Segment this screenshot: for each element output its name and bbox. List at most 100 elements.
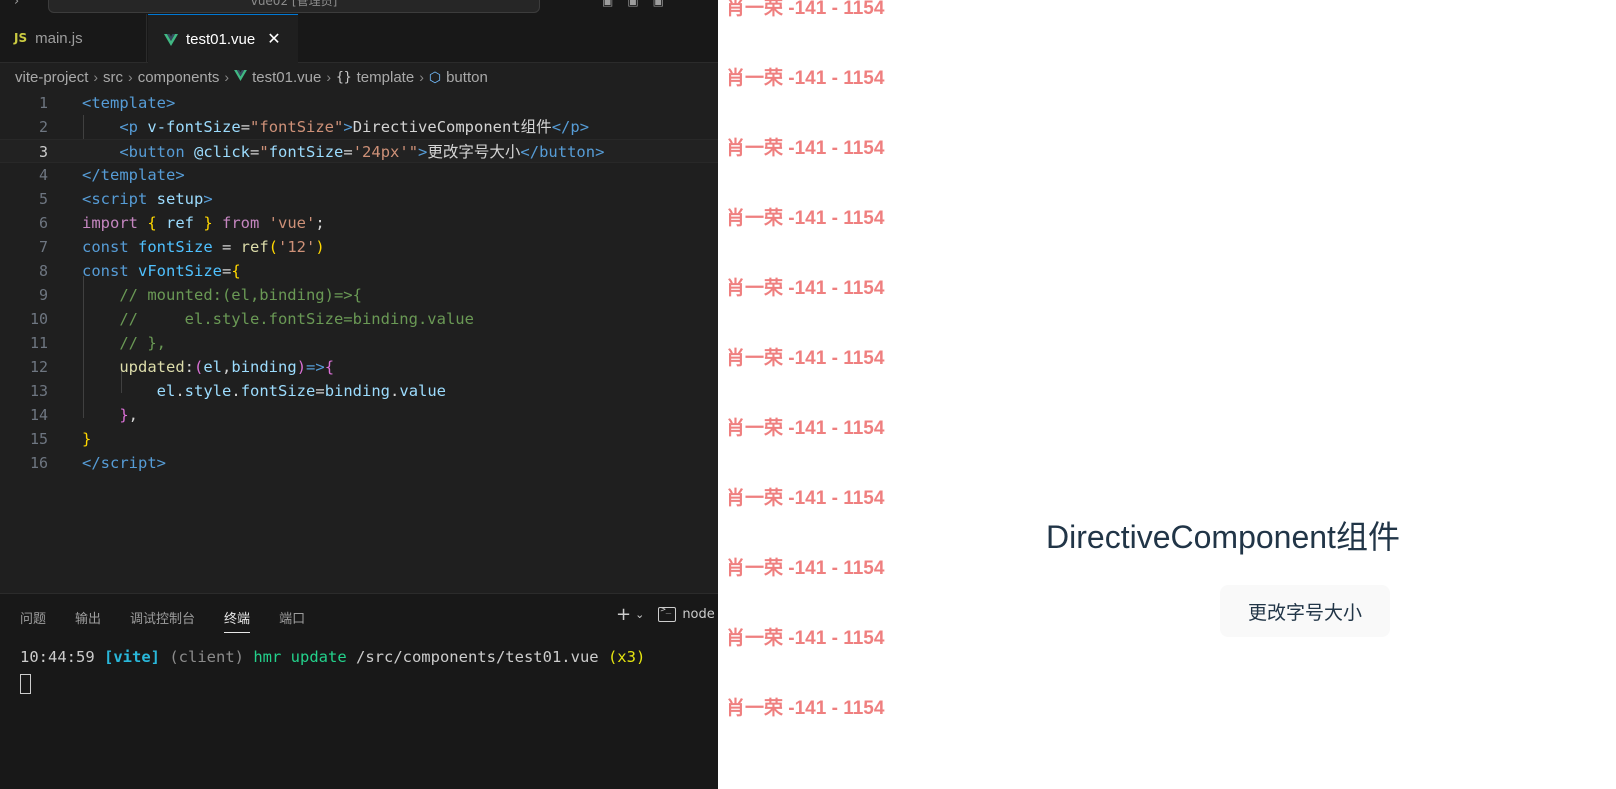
layout-toggle-icons[interactable]: ▣▣▣: [602, 0, 678, 8]
close-icon[interactable]: ✕: [267, 29, 280, 49]
token: 更改字号大小: [427, 143, 521, 161]
code-line[interactable]: 7 const fontSize = ref('12'): [0, 235, 718, 259]
token: .: [175, 382, 185, 400]
code-editor: › vue02 [管理员] ▣▣▣ JS main.js test01.vue …: [0, 0, 718, 789]
token: script: [91, 190, 148, 208]
token: }: [194, 214, 222, 232]
token: binding: [324, 382, 391, 400]
breadcrumb-item[interactable]: button: [446, 69, 488, 86]
line-number: 12: [29, 358, 48, 376]
command-center[interactable]: vue02 [管理员]: [48, 0, 540, 13]
code-lines[interactable]: 1 <template> 2 <p v-fontSize="fontSize">D…: [0, 91, 718, 475]
breadcrumb-item[interactable]: test01.vue: [252, 69, 321, 86]
directive-paragraph: DirectiveComponent组件: [1046, 519, 1400, 555]
terminal-icon[interactable]: [658, 605, 677, 622]
watermark: 肖一荣 -141 - 1154: [726, 0, 885, 19]
token: >: [166, 94, 176, 112]
tab-debug-console[interactable]: 调试控制台: [130, 608, 195, 633]
token: ref: [240, 238, 269, 256]
tab-test01-vue[interactable]: test01.vue ✕: [148, 14, 298, 63]
watermark: 肖一荣 -141 - 1154: [726, 278, 885, 299]
token: }: [82, 430, 92, 448]
code-line[interactable]: 15}: [0, 427, 718, 451]
token: el: [156, 382, 176, 400]
tab-output[interactable]: 输出: [75, 608, 101, 633]
token: fontSize: [240, 382, 316, 400]
code-line[interactable]: 14 },: [0, 403, 718, 427]
token: script: [100, 454, 157, 472]
breadcrumb-item[interactable]: vite-project: [15, 69, 88, 86]
code-line[interactable]: 9 // mounted:(el,binding)=>{: [0, 283, 718, 307]
token: ): [296, 358, 307, 376]
token: binding: [231, 358, 297, 376]
add-terminal-icon[interactable]: +: [616, 604, 631, 625]
terminal-client: (client): [160, 648, 244, 666]
code-line[interactable]: 8 const vFontSize={: [0, 259, 718, 283]
breadcrumb-item[interactable]: components: [138, 69, 220, 86]
tab-terminal[interactable]: 终端: [224, 608, 251, 633]
cube-icon: ⬡: [428, 68, 442, 85]
code-line[interactable]: 11 // },: [0, 331, 718, 355]
code-line[interactable]: 13 el.style.fontSize=binding.value: [0, 379, 718, 403]
code-line[interactable]: 12 updated:(el,binding)=>{: [0, 355, 718, 379]
terminal-path: /src/components/test01.vue: [346, 648, 599, 666]
code-line-active[interactable]: 3 <button @click="fontSize='24px'">更改字号大…: [0, 139, 718, 163]
token: >: [203, 190, 213, 208]
bottom-panel: 问题 输出 调试控制台 终端 端口 + ⌄ node 10:44:59 [vit…: [0, 593, 718, 789]
vue-file-icon: [234, 69, 248, 85]
line-number: 4: [38, 166, 48, 184]
token: >: [156, 454, 167, 472]
token: <: [82, 190, 92, 208]
chevron-right-icon: ›: [419, 69, 424, 85]
token: @click: [194, 143, 251, 161]
chevron-right-icon: ›: [224, 69, 230, 85]
go-forward-icon[interactable]: ›: [14, 0, 19, 9]
code-line[interactable]: 5 <script setup>: [0, 187, 718, 211]
code-line[interactable]: 10 // el.style.fontSize=binding.value: [0, 307, 718, 331]
token: updated: [119, 358, 185, 376]
code-line[interactable]: 2 <p v-fontSize="fontSize">DirectiveComp…: [0, 115, 718, 139]
code-line[interactable]: 4 </template>: [0, 163, 718, 187]
breadcrumb-item[interactable]: template: [357, 69, 415, 86]
token: ,: [222, 358, 232, 376]
braces-icon: {}: [335, 69, 352, 85]
token: >: [579, 118, 590, 136]
title-bar: › vue02 [管理员] ▣▣▣: [0, 0, 718, 14]
panel-actions: + ⌄ node: [616, 604, 715, 625]
terminal-cursor[interactable]: [20, 674, 31, 694]
token: setup: [147, 190, 204, 208]
token: from: [222, 214, 260, 232]
token: DirectiveComponent组件: [352, 118, 552, 136]
change-font-size-button[interactable]: 更改字号大小: [1220, 585, 1390, 637]
tab-problems[interactable]: 问题: [20, 608, 46, 633]
chevron-right-icon: ›: [128, 69, 133, 85]
token: // mounted:(el,binding)=>{: [119, 286, 362, 304]
watermark: 肖一荣 -141 - 1154: [726, 698, 885, 719]
breadcrumb-item[interactable]: src: [103, 69, 123, 86]
token: (: [194, 358, 204, 376]
token: template: [100, 166, 176, 184]
token: >: [175, 166, 185, 184]
tab-main-js[interactable]: JS main.js: [0, 14, 147, 62]
code-line[interactable]: 16 </script>: [0, 451, 718, 475]
token: ref: [166, 214, 194, 232]
token: (: [268, 238, 279, 256]
token: template: [91, 94, 166, 112]
token: fontSize: [268, 143, 344, 161]
token: v-fontSize: [147, 118, 241, 136]
token: =: [212, 238, 241, 256]
terminal-name[interactable]: node: [682, 607, 714, 622]
tab-ports[interactable]: 端口: [279, 608, 305, 633]
watermark: 肖一荣 -141 - 1154: [726, 348, 885, 369]
token: import: [82, 214, 138, 232]
line-number: 3: [38, 143, 48, 161]
chevron-down-icon[interactable]: ⌄: [635, 608, 644, 621]
code-line[interactable]: 1 <template>: [0, 91, 718, 115]
line-number: 13: [29, 382, 48, 400]
terminal-time: 10:44:59: [20, 648, 104, 666]
code-line[interactable]: 6 import { ref } from 'vue';: [0, 211, 718, 235]
token: '24px': [352, 143, 409, 161]
token: =: [343, 143, 353, 161]
